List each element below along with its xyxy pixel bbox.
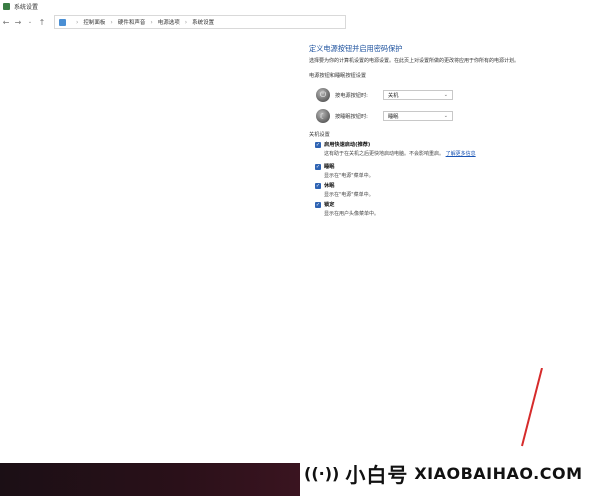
option-sleep: ✓ 睡眠 显示在"电源"菜单中。 bbox=[315, 163, 374, 179]
learn-more-link[interactable]: 了解更多信息 bbox=[446, 151, 476, 157]
title-bar: 系统设置 bbox=[0, 0, 600, 12]
sleep-desc: 显示在"电源"菜单中。 bbox=[324, 173, 374, 179]
control-panel-icon bbox=[3, 2, 10, 10]
power-button-value: 关机 bbox=[388, 92, 399, 99]
sleep-button-label: 按睡眠按钮时: bbox=[335, 113, 368, 120]
power-button-setting: ⏻ 按电源按钮时: 关机 ⌄ bbox=[316, 88, 453, 102]
sleep-button-select[interactable]: 睡眠 ⌄ bbox=[383, 111, 453, 121]
breadcrumb-separator: › bbox=[150, 18, 153, 26]
hibernate-label: 休眠 bbox=[324, 183, 335, 189]
fast-startup-label: 启用快速启动(推荐) bbox=[324, 142, 371, 148]
checkmark-icon: ✓ bbox=[315, 142, 321, 148]
broadcast-icon: ((·)) bbox=[304, 463, 340, 483]
fast-startup-desc: 这有助于在关机之后更快地启动电脑。不会影响重启。 了解更多信息 bbox=[324, 150, 476, 157]
breadcrumb-control-panel[interactable]: 控制面板 bbox=[83, 18, 105, 26]
page-description: 选择要为你的计算机设置的电源设置。在此页上对设置所做的更改将应用于你所有的电源计… bbox=[309, 58, 520, 64]
fast-startup-checkbox[interactable]: ✓ bbox=[315, 142, 321, 148]
forward-button[interactable]: → bbox=[12, 18, 24, 27]
sleep-button-setting: ☾ 按睡眠按钮时: 睡眠 ⌄ bbox=[316, 109, 453, 123]
breadcrumb-separator: › bbox=[76, 18, 79, 26]
checkmark-icon: ✓ bbox=[315, 164, 321, 170]
option-lock: ✓ 锁定 显示在用户头像菜单中。 bbox=[315, 201, 379, 217]
power-button-select[interactable]: 关机 ⌄ bbox=[383, 90, 453, 100]
watermark-cn: 小白号 bbox=[345, 462, 409, 487]
control-panel-icon bbox=[59, 18, 66, 26]
checkmark-icon: ✓ bbox=[315, 202, 321, 208]
back-button[interactable]: ← bbox=[0, 18, 12, 27]
breadcrumb-hardware-sound[interactable]: 硬件和声音 bbox=[118, 18, 146, 26]
power-icon: ⏻ bbox=[316, 88, 330, 102]
chevron-down-icon: ⌄ bbox=[443, 113, 448, 119]
breadcrumb-separator: › bbox=[184, 18, 188, 26]
hibernate-checkbox[interactable]: ✓ bbox=[315, 183, 321, 189]
watermark-brand: ((·)) 小白号 XIAOBAIHAO.COM bbox=[304, 458, 583, 488]
breadcrumb-separator: › bbox=[110, 18, 113, 26]
checkmark-icon: ✓ bbox=[315, 183, 321, 189]
breadcrumb-power-options[interactable]: 电源选项 bbox=[158, 18, 180, 26]
section-title-buttons: 电源按钮和睡眠按钮设置 bbox=[309, 73, 367, 79]
sleep-button-value: 睡眠 bbox=[388, 113, 399, 120]
option-fast-startup: ✓ 启用快速启动(推荐) 这有助于在关机之后更快地启动电脑。不会影响重启。 了解… bbox=[315, 141, 476, 157]
chevron-down-icon: ⌄ bbox=[443, 92, 448, 98]
moon-icon: ☾ bbox=[316, 109, 330, 123]
recent-locations-button[interactable]: ⌄ bbox=[24, 19, 36, 25]
up-button[interactable]: ↑ bbox=[36, 18, 48, 27]
fast-startup-desc-text: 这有助于在关机之后更快地启动电脑。不会影响重启。 bbox=[324, 151, 445, 157]
navigation-bar: ← → ⌄ ↑ › 控制面板 › 硬件和声音 › 电源选项 › 系统设置 bbox=[0, 14, 600, 30]
taskbar-strip bbox=[0, 463, 300, 496]
power-button-label: 按电源按钮时: bbox=[335, 92, 368, 99]
address-bar[interactable]: › 控制面板 › 硬件和声音 › 电源选项 › 系统设置 bbox=[54, 15, 346, 29]
page-title: 定义电源按钮并启用密码保护 bbox=[309, 44, 403, 53]
red-annotation-line bbox=[521, 368, 543, 447]
sleep-label: 睡眠 bbox=[324, 164, 335, 170]
sleep-checkbox[interactable]: ✓ bbox=[315, 164, 321, 170]
section-title-shutdown: 关机设置 bbox=[309, 132, 330, 138]
hibernate-desc: 显示在"电源"菜单中。 bbox=[324, 192, 374, 198]
window-title: 系统设置 bbox=[14, 3, 39, 11]
breadcrumb-system-settings[interactable]: 系统设置 bbox=[192, 18, 214, 26]
lock-desc: 显示在用户头像菜单中。 bbox=[324, 211, 380, 217]
lock-checkbox[interactable]: ✓ bbox=[315, 202, 321, 208]
lock-label: 锁定 bbox=[324, 202, 335, 208]
red-annotation-stroke bbox=[521, 368, 543, 447]
watermark-en: XIAOBAIHAO.COM bbox=[414, 463, 583, 483]
option-hibernate: ✓ 休眠 显示在"电源"菜单中。 bbox=[315, 182, 374, 198]
